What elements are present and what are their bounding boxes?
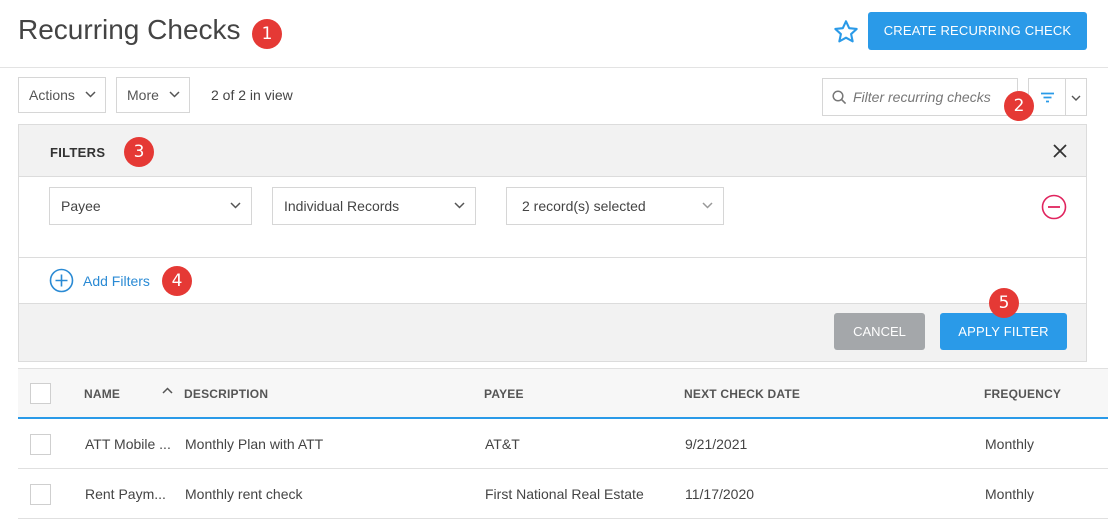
favorite-button[interactable] (832, 18, 860, 46)
cell-name[interactable]: Rent Paym... (85, 486, 181, 502)
close-filters-button[interactable] (1052, 143, 1068, 159)
filter-icon (1041, 92, 1054, 103)
annotation-badge-4: 4 (162, 266, 192, 296)
row-checkbox[interactable] (30, 484, 51, 505)
table-header: NAME DESCRIPTION PAYEE NEXT CHECK DATE F… (18, 368, 1108, 419)
cell-payee: First National Real Estate (485, 486, 644, 502)
cell-name[interactable]: ATT Mobile ... (85, 436, 181, 452)
cell-description: Monthly Plan with ATT (185, 436, 324, 452)
sort-ascending-icon[interactable] (162, 387, 173, 394)
filter-records-select[interactable]: 2 record(s) selected (506, 187, 724, 225)
star-outline-icon (834, 20, 858, 43)
minus-circle-icon (1041, 194, 1067, 220)
remove-filter-button[interactable] (1041, 194, 1067, 220)
filters-panel: FILTERS 3 Payee Individual Records 2 rec… (18, 124, 1087, 362)
annotation-badge-5: 5 (989, 288, 1019, 318)
cell-frequency: Monthly (985, 486, 1035, 502)
more-dropdown[interactable]: More (116, 77, 190, 113)
chevron-down-icon (169, 91, 180, 98)
cell-next-check-date: 11/17/2020 (685, 486, 755, 502)
column-header-description[interactable]: DESCRIPTION (184, 387, 268, 401)
create-recurring-check-button[interactable]: CREATE RECURRING CHECK (868, 12, 1087, 50)
more-label: More (127, 87, 159, 103)
filter-options-dropdown[interactable] (1065, 78, 1087, 116)
column-header-frequency[interactable]: FREQUENCY (984, 387, 1061, 401)
actions-dropdown[interactable]: Actions (18, 77, 106, 113)
add-filters-row: Add Filters 4 (19, 258, 1086, 304)
page-title: Recurring Checks (18, 14, 241, 45)
filters-header: FILTERS 3 (19, 125, 1086, 177)
cell-description: Monthly rent check (185, 486, 303, 502)
actions-label: Actions (29, 87, 75, 103)
filter-mode-value: Individual Records (284, 198, 400, 214)
annotation-badge-1: 1 (252, 19, 282, 49)
cancel-button[interactable]: CANCEL (834, 313, 925, 350)
chevron-down-icon (454, 202, 465, 209)
table-row[interactable]: Rent Paym... Monthly rent check First Na… (18, 469, 1108, 519)
annotation-badge-3: 3 (124, 137, 154, 167)
chevron-down-icon (85, 91, 96, 98)
apply-filter-button[interactable]: APPLY FILTER (940, 313, 1067, 350)
cell-payee: AT&T (485, 436, 520, 452)
column-header-next-check-date[interactable]: NEXT CHECK DATE (684, 387, 800, 401)
filter-row: Payee Individual Records 2 record(s) sel… (19, 177, 1086, 258)
column-header-payee[interactable]: PAYEE (484, 387, 524, 401)
add-filters-label: Add Filters (83, 273, 150, 289)
cell-frequency: Monthly (985, 436, 1035, 452)
filter-mode-select[interactable]: Individual Records (272, 187, 476, 225)
row-checkbox[interactable] (30, 434, 51, 455)
column-header-name[interactable]: NAME (84, 387, 120, 401)
annotation-badge-2: 2 (1004, 91, 1034, 121)
filter-toggle-button[interactable] (1028, 78, 1066, 116)
view-count: 2 of 2 in view (211, 87, 293, 103)
filter-field-value: Payee (61, 198, 101, 214)
plus-circle-icon (49, 268, 74, 293)
page-header: Recurring Checks 1 CREATE RECURRING CHEC… (0, 0, 1108, 68)
table-row[interactable]: ATT Mobile ... Monthly Plan with ATT AT&… (18, 419, 1108, 469)
chevron-down-icon (702, 202, 713, 209)
search-icon (832, 90, 847, 105)
filter-actions: CANCEL APPLY FILTER (19, 304, 1086, 361)
search-field[interactable] (822, 78, 1018, 116)
filter-field-select[interactable]: Payee (49, 187, 252, 225)
close-icon (1053, 144, 1067, 158)
select-all-checkbox[interactable] (30, 383, 51, 404)
chevron-down-icon (230, 202, 241, 209)
filter-records-value: 2 record(s) selected (522, 198, 646, 214)
chevron-down-icon (1071, 95, 1081, 101)
search-input[interactable] (853, 87, 1013, 107)
filters-title: FILTERS (50, 145, 106, 160)
cell-next-check-date: 9/21/2021 (685, 436, 748, 452)
